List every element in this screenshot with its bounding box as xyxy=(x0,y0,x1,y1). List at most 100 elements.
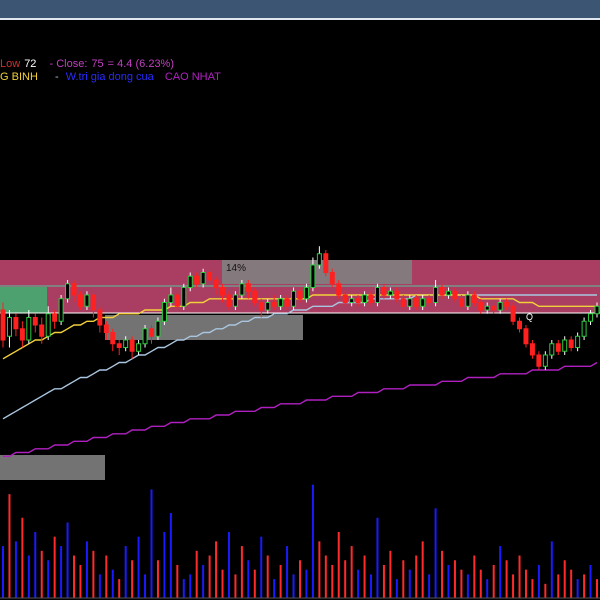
candle-up xyxy=(142,328,148,345)
percent-annotation: 14% xyxy=(226,263,246,274)
volume-bar xyxy=(589,564,592,598)
candle-up xyxy=(362,294,368,303)
volume-bar xyxy=(163,531,166,598)
volume-bar xyxy=(473,555,476,598)
volume-bar xyxy=(324,555,327,598)
volume-bar xyxy=(40,550,43,598)
candle-up xyxy=(549,343,555,356)
volume-bar xyxy=(189,574,192,598)
candle-down xyxy=(529,343,535,356)
candle-up xyxy=(278,298,284,307)
volume-bar xyxy=(318,541,321,598)
volume-bar xyxy=(260,536,263,598)
volume-bar xyxy=(544,583,547,598)
volume-bar xyxy=(576,579,579,598)
volume-bar xyxy=(215,541,218,598)
volume-bar xyxy=(240,546,243,598)
volume-bar xyxy=(79,564,82,598)
candle-down xyxy=(381,287,387,296)
volume-bar xyxy=(363,555,366,598)
volume-bar xyxy=(47,560,50,598)
volume-bar xyxy=(570,569,573,598)
candle-down xyxy=(39,324,45,337)
volume-bar xyxy=(53,536,56,598)
candle-up xyxy=(239,283,245,296)
volume-bar xyxy=(14,541,17,598)
candle-down xyxy=(97,309,103,326)
volume-bar xyxy=(131,560,134,598)
change-value: = 4.4 (6.23%) xyxy=(107,58,174,70)
volume-bar xyxy=(537,564,540,598)
candle-up xyxy=(594,305,600,315)
candle-down xyxy=(323,253,329,273)
candle-up xyxy=(542,354,548,367)
candle-down xyxy=(336,283,342,296)
high-label: CAO NHAT xyxy=(164,71,221,83)
candle-down xyxy=(90,294,96,311)
candle-up xyxy=(168,294,174,303)
candle-down xyxy=(129,339,135,352)
candle-down xyxy=(355,298,361,303)
volume-bar xyxy=(299,560,301,598)
candle-down xyxy=(174,294,180,307)
candle-down xyxy=(536,354,542,367)
volume-bar xyxy=(505,560,508,598)
volume-bar xyxy=(389,550,392,598)
candle-down xyxy=(226,294,232,307)
legend-separator: - xyxy=(54,71,59,83)
candle-down xyxy=(491,305,497,311)
candle-down xyxy=(555,343,561,352)
candle-down xyxy=(523,328,529,345)
candle-up xyxy=(232,294,238,307)
candle-down xyxy=(329,272,335,285)
candle-up xyxy=(387,290,393,296)
volume-bar xyxy=(85,541,88,598)
volume-bar xyxy=(8,494,11,598)
candle-up xyxy=(58,298,64,322)
low-value: 72 xyxy=(24,58,37,70)
candle-down xyxy=(252,290,258,303)
candle-up xyxy=(446,290,451,296)
candle-down xyxy=(342,294,348,303)
candle-down xyxy=(394,290,400,300)
volume-bar xyxy=(247,560,250,598)
volume-bar xyxy=(492,564,495,598)
low-label: Low xyxy=(0,58,21,70)
volume-bar xyxy=(144,574,147,598)
candle-down xyxy=(452,290,458,300)
volume-bar xyxy=(370,574,373,598)
volume-bar xyxy=(466,574,469,598)
candle-up xyxy=(562,339,568,352)
volume-bar xyxy=(150,489,153,598)
candle-down xyxy=(478,302,484,311)
candle-down xyxy=(71,283,77,296)
volume-bar xyxy=(512,574,515,598)
volume-bar xyxy=(550,541,553,598)
vwap-label: W.tri gia dong cua xyxy=(65,71,154,83)
volume-bar xyxy=(60,546,63,598)
volume-bar xyxy=(124,546,127,598)
volume-bar xyxy=(2,546,4,598)
price-chart[interactable]: 14% Q xyxy=(0,0,600,600)
volume-bar xyxy=(266,555,269,598)
candle-up xyxy=(291,290,297,307)
volume-bar xyxy=(305,569,308,598)
volume-bar xyxy=(486,579,489,598)
volume-bar xyxy=(350,546,353,598)
volume-bar xyxy=(479,569,482,598)
volume-bar xyxy=(156,560,159,598)
candle-down xyxy=(213,279,219,288)
candle-down xyxy=(52,313,58,322)
candle-up xyxy=(581,320,587,337)
candle-up xyxy=(588,313,594,322)
candle-down xyxy=(32,317,38,326)
candle-up xyxy=(181,287,187,307)
volume-bar xyxy=(182,579,185,598)
volume-bar xyxy=(453,560,456,598)
volume-bar xyxy=(518,555,521,598)
volume-bar xyxy=(441,550,444,598)
candle-down xyxy=(0,309,6,341)
candle-up xyxy=(187,275,193,288)
zone-green-left xyxy=(0,287,47,313)
zone-gray-bottom xyxy=(0,455,105,480)
